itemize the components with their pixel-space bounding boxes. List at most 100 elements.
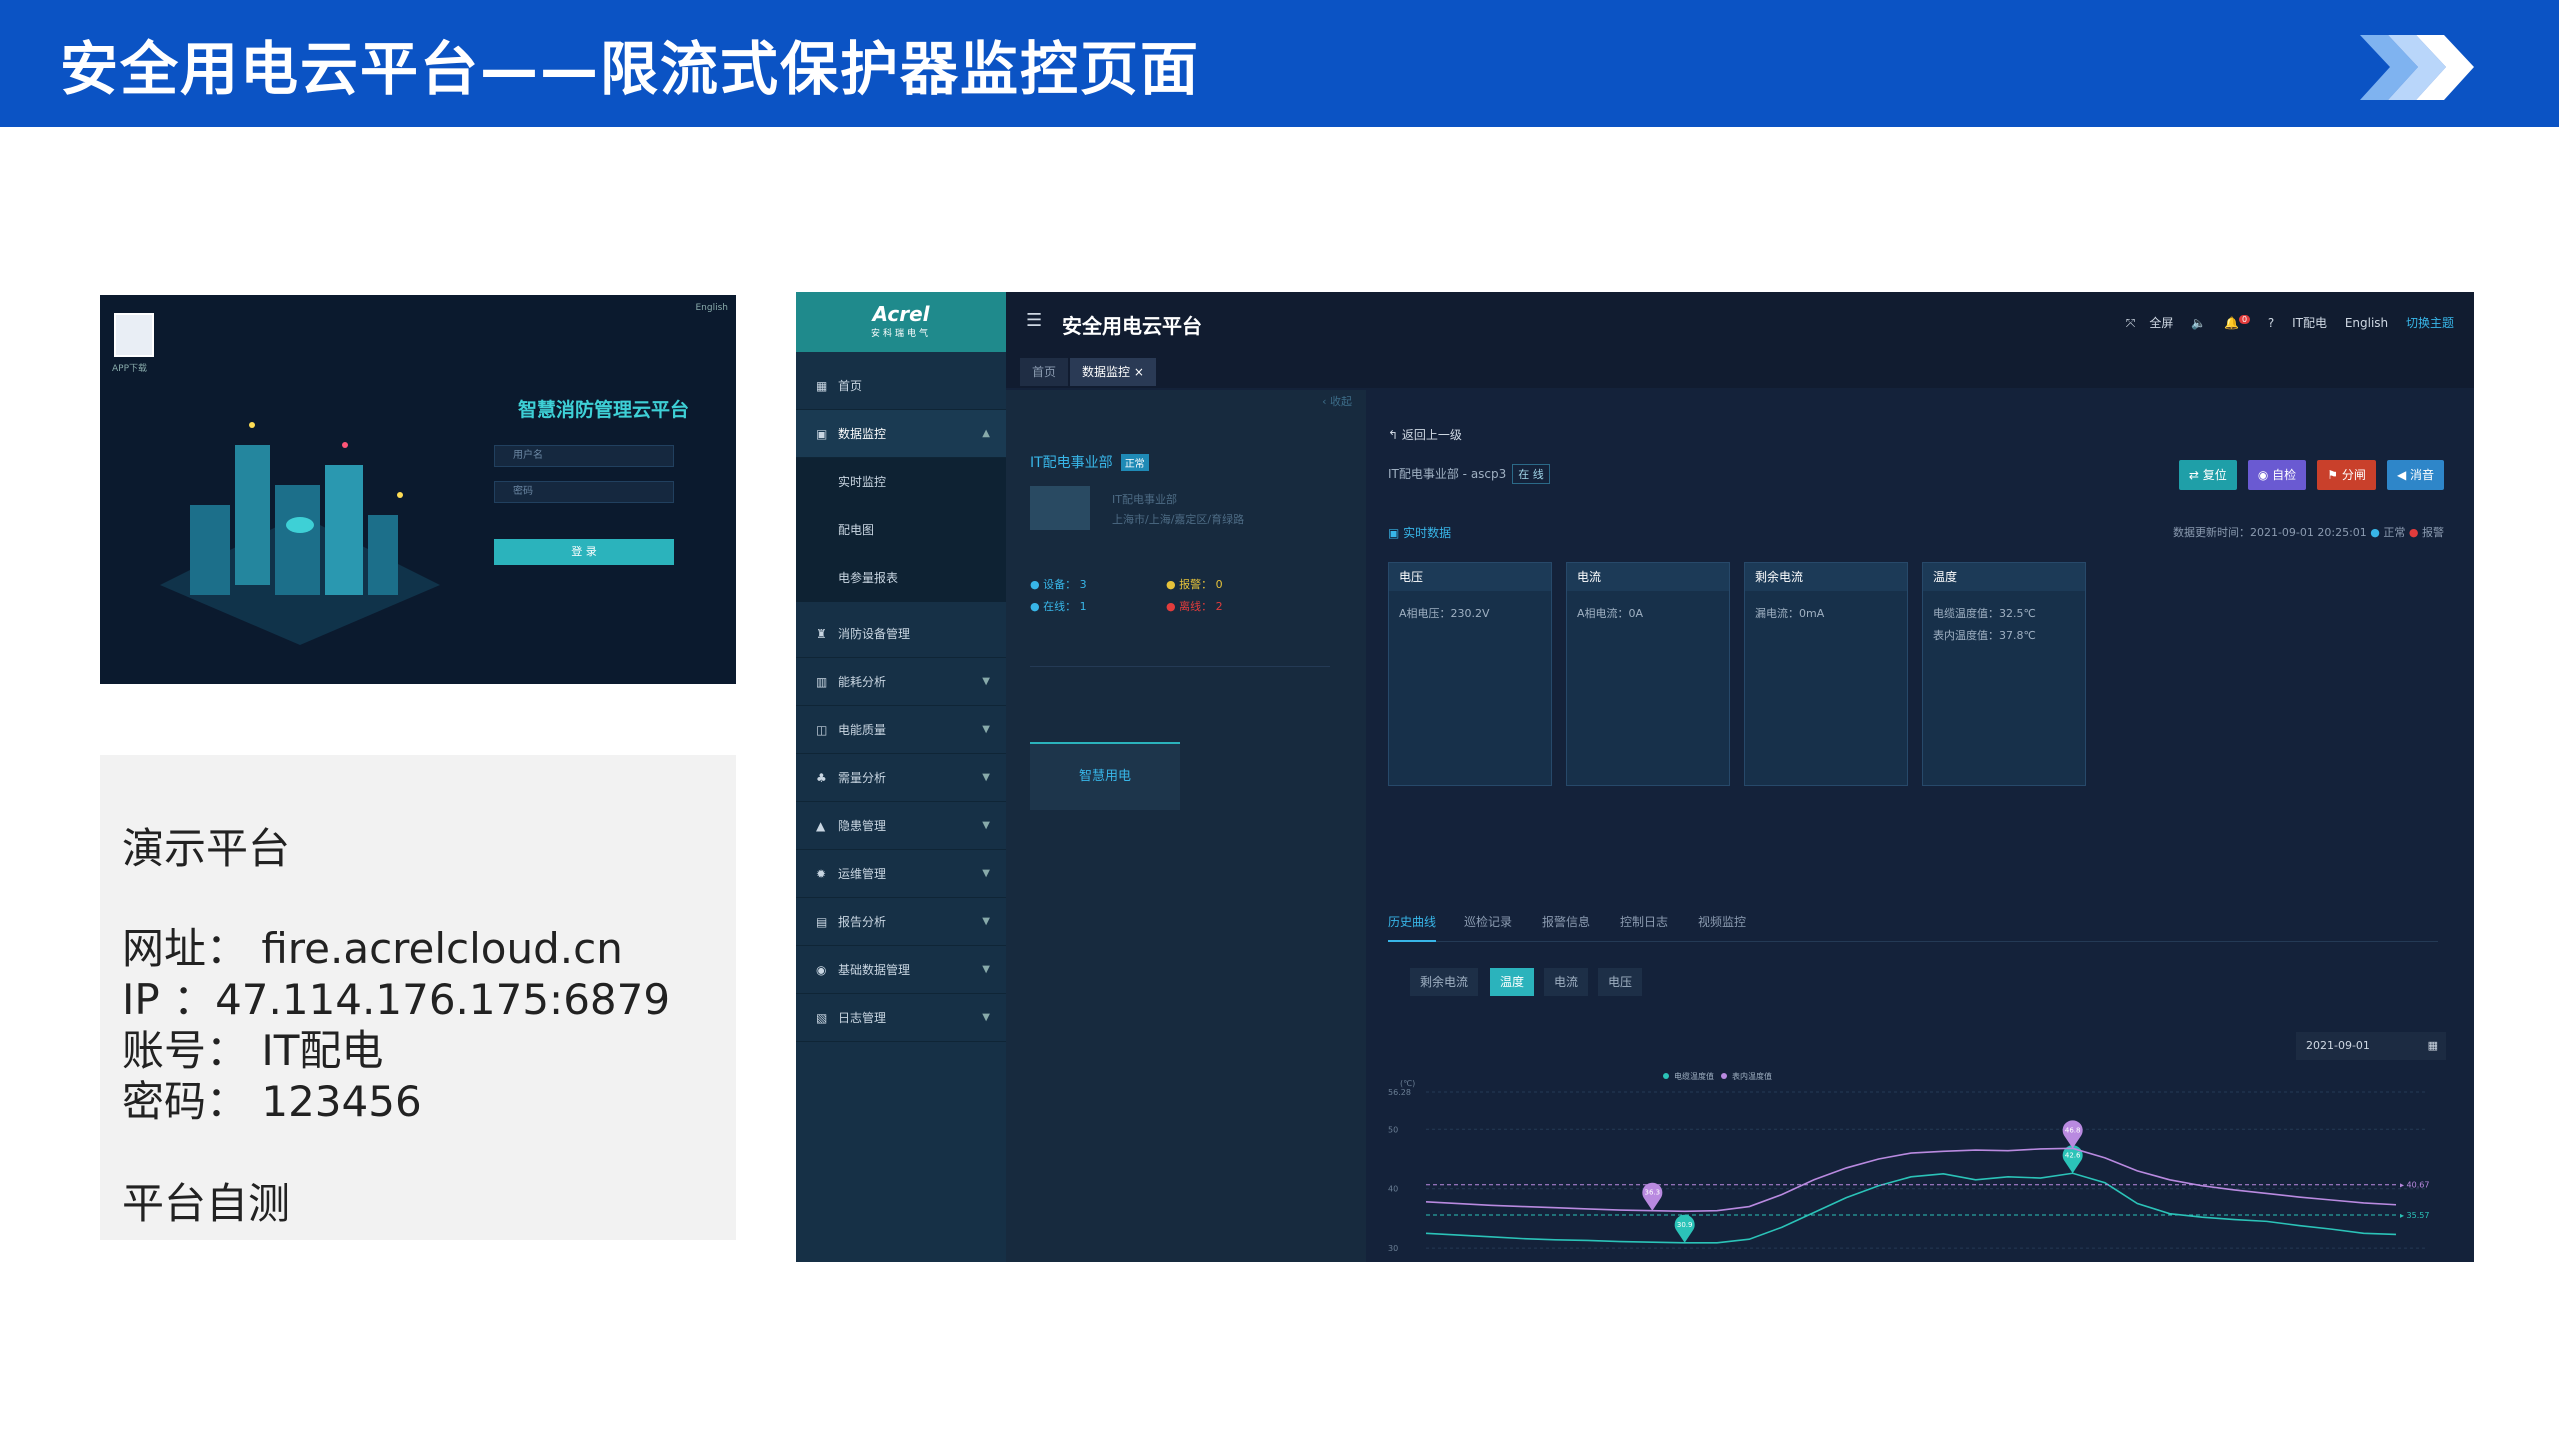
sidebar-item-data-monitor[interactable]: ▣ 数据监控 ▲ [796,410,1006,458]
info-box: 演示平台 网址： fire.acrelcloud.cn IP ：47.114.1… [100,755,736,1240]
online-badge: 在 线 [1512,464,1550,484]
info-password: 密码： 123456 [122,1077,422,1126]
stat-alarms: ● 报警： 0 [1166,578,1223,591]
history-tabs: 历史曲线 巡检记录 报警信息 控制日志 视频监控 [1388,910,2438,942]
calendar-icon: ▦ [2427,1039,2438,1052]
report-icon: ▤ [816,915,828,929]
language-switch[interactable]: English [2345,316,2388,330]
main-area: ☰ 安全用电云平台 ⤧ 全屏 🔈 🔔 0 ? IT配电 English 切换主题 首… [1006,292,2474,1262]
mute-button[interactable]: ◀ 消音 [2386,460,2444,490]
fullscreen-icon: ⤧ [2125,316,2136,330]
password-input[interactable]: 密码 [494,481,674,503]
tab-home[interactable]: 首页 [1020,358,1069,386]
menu-icon[interactable]: ☰ [1026,310,1042,331]
app-header: ☰ 安全用电云平台 ⤧ 全屏 🔈 🔔 0 ? IT配电 English 切换主题 [1006,292,2474,352]
card-temperature: 温度 电缆温度值：32.5℃ 表内温度值：37.8℃ [1922,562,2086,786]
extinguisher-icon: ♜ [816,627,827,641]
card-current: 电流 A相电流：0A [1566,562,1730,786]
update-time: 数据更新时间：2021-09-01 20:25:01 ● 正常 ● 报警 [2172,526,2444,539]
status-badge: 正常 [1120,454,1149,471]
y-axis-label: (℃) [1400,1079,1415,1088]
fullscreen-button[interactable]: ⤧ 全屏 [2112,316,2174,330]
extreme-label: 30.9 [1677,1221,1693,1229]
sidebar-sub-report[interactable]: 电参量报表 [796,554,1006,602]
chevron-down-icon: ▼ [982,772,990,783]
tab-inspection[interactable]: 巡检记录 [1464,910,1512,942]
average-label: ▸ 40.67 [2400,1181,2429,1190]
trip-button[interactable]: ⚑ 分闸 [2317,460,2376,490]
node-smart-power[interactable]: 智慧用电 [1030,742,1180,810]
y-tick-label: 50 [1388,1125,1398,1134]
login-screenshot: APP下载 English 智慧消防管理云平台 用户名 密码 登 录 [100,295,736,684]
tab-video[interactable]: 视频监控 [1698,910,1746,942]
sidebar-item-hazard[interactable]: ▲ 隐患管理 ▼ [796,802,1006,850]
sidebar-item-energy[interactable]: ▥ 能耗分析 ▼ [796,658,1006,706]
segment-residual[interactable]: 剩余电流 [1410,968,1479,996]
stat-offline: ● 离线： 2 [1166,600,1223,613]
user-name[interactable]: IT配电 [2292,316,2327,330]
reset-button[interactable]: ⇄ 复位 [2178,460,2237,490]
gear-icon: ✹ [816,867,827,881]
sidebar-sub-diagram[interactable]: 配电图 [796,506,1006,554]
qr-caption: APP下载 [112,364,148,374]
database-icon: ◉ [816,963,827,977]
series-line [1425,1147,2397,1213]
stat-devices: ● 设备： 3 [1030,578,1087,591]
info-heading: 演示平台 [122,824,291,873]
help-icon[interactable]: ? [2268,316,2274,330]
card-voltage: 电压 A相电压：230.2V [1388,562,1552,786]
back-link[interactable]: ↰ 返回上一级 [1388,426,1462,443]
tab-control-log[interactable]: 控制日志 [1620,910,1668,942]
tab-data-monitor[interactable]: 数据监控 × [1070,358,1156,386]
org-panel: ‹ 收起 IT配电事业部 正常 IT配电事业部 上海市/上海/嘉定区/育绿路 ● … [1006,390,1366,1262]
tab-history-curve[interactable]: 历史曲线 [1388,910,1437,942]
theme-switch[interactable]: 切换主题 [2406,316,2454,330]
sidebar-item-power-quality[interactable]: ◫ 电能质量 ▼ [796,706,1006,754]
control-buttons: ⇄ 复位 ◉ 自检 ⚑ 分闸 ◀ 消音 [2173,460,2444,490]
segment-current[interactable]: 电流 [1544,968,1589,996]
y-tick-label: 40 [1388,1185,1398,1194]
segment-voltage[interactable]: 电压 [1598,968,1643,996]
sidebar-item-logs[interactable]: ▧ 日志管理 ▼ [796,994,1006,1042]
username-input[interactable]: 用户名 [494,445,674,467]
sidebar-item-reports[interactable]: ▤ 报告分析 ▼ [796,898,1006,946]
temperature-chart: 电缆温度值 表内温度值 (℃)56.28 50 40 30 ▸ 35.57 42.6 30.9 ▸… [1388,1071,2429,1253]
sidebar-item-home[interactable]: ▦ 首页 [796,362,1006,410]
sidebar-sub-realtime[interactable]: 实时监控 [796,458,1006,506]
card-residual-current: 剩余电流 漏电流：0mA [1744,562,1908,786]
sound-icon[interactable]: 🔈 [2191,316,2206,330]
bar-icon: ▥ [816,675,828,689]
language-link[interactable]: English [696,303,729,313]
bell-icon[interactable]: 🔔 0 [2224,315,2251,330]
sidebar-item-base-data[interactable]: ◉ 基础数据管理 ▼ [796,946,1006,994]
org-name[interactable]: IT配电事业部 正常 [1030,452,1149,472]
extreme-label: 36.3 [1645,1189,1661,1197]
extreme-label: 46.8 [2065,1126,2081,1134]
average-label: ▸ 35.57 [2400,1211,2429,1220]
chevron-down-icon: ▼ [982,676,990,687]
login-button[interactable]: 登 录 [494,539,674,565]
sidebar-item-fire-equipment[interactable]: ♜ 消防设备管理 [796,610,1006,658]
sidebar-item-demand[interactable]: ♣ 需量分析 ▼ [796,754,1006,802]
date-picker[interactable]: 2021-09-01 ▦ [2296,1032,2446,1060]
legend-marker [1663,1073,1669,1079]
sidebar: Acrel 安科瑞电气 ▦ 首页 ▣ 数据监控 ▲ 实时监控 配电图 电参量报表 ♜ 消… [796,292,1006,1262]
app-title: 安全用电云平台 [1062,314,1202,338]
chevron-up-icon: ▲ [982,428,990,439]
chevron-down-icon: ▼ [982,964,990,975]
extreme-label: 42.6 [2065,1151,2081,1159]
chevron-down-icon: ▼ [982,820,990,831]
log-icon: ▧ [816,1011,828,1025]
app-screenshot: Acrel 安科瑞电气 ▦ 首页 ▣ 数据监控 ▲ 实时监控 配电图 电参量报表 ♜ 消… [796,292,2474,1262]
building-icon [1030,486,1090,530]
city-illustration-icon [160,422,440,645]
selftest-button[interactable]: ◉ 自检 [2247,460,2307,490]
tab-alarm-info[interactable]: 报警信息 [1542,910,1590,942]
sidebar-item-maintenance[interactable]: ✹ 运维管理 ▼ [796,850,1006,898]
chevron-down-icon: ▼ [982,868,990,879]
chevron-down-icon: ▼ [982,724,990,735]
divider [1030,666,1330,667]
login-title: 智慧消防管理云平台 [518,399,690,421]
collapse-link[interactable]: ‹ 收起 [1006,390,1366,414]
segment-temperature[interactable]: 温度 [1490,968,1535,996]
